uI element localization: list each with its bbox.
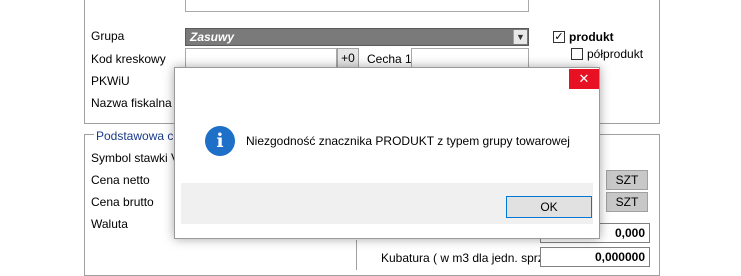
info-icon: i [205, 126, 235, 156]
unit-brutto-button[interactable]: SZT [606, 192, 648, 212]
grupa-label: Grupa [91, 29, 125, 43]
kod-kreskowy-label: Kod kreskowy [91, 52, 166, 66]
waluta-label: Waluta [91, 217, 128, 231]
kubatura-label: Kubatura ( w m3 dla jedn. sprz.) [381, 251, 552, 265]
cecha-input[interactable] [411, 48, 529, 68]
cecha-label: Cecha 1 [367, 52, 412, 66]
produkt-checkbox[interactable]: ✓ [553, 31, 565, 43]
chevron-down-icon[interactable]: ▼ [513, 30, 527, 44]
kubatura-field[interactable]: 0,000000 [540, 247, 650, 267]
grupa-value: Zasuwy [190, 30, 235, 44]
pkwiu-label: PKWiU [91, 74, 130, 88]
plus-zero-button[interactable]: +0 [337, 48, 359, 68]
symbol-stawki-label: Symbol stawki VA [91, 151, 187, 165]
price-section-title: Podstawowa ce [94, 129, 183, 143]
polprodukt-label: półprodukt [587, 47, 644, 61]
vertical-divider [356, 240, 357, 270]
grupa-combobox[interactable]: Zasuwy ▼ [185, 28, 529, 46]
nazwa-fiskalna-label: Nazwa fiskalna [91, 96, 172, 110]
unit-netto-button[interactable]: SZT [606, 170, 648, 190]
ok-button[interactable]: OK [506, 196, 592, 218]
text-field-top[interactable] [185, 0, 529, 12]
produkt-label: produkt [569, 30, 614, 44]
cena-brutto-label: Cena brutto [91, 195, 154, 209]
close-button[interactable]: ✕ [569, 69, 599, 89]
polprodukt-checkbox[interactable] [571, 48, 583, 60]
close-icon: ✕ [578, 71, 590, 86]
dialog-message: Niezgodność znacznika PRODUKT z typem gr… [246, 134, 570, 148]
cena-netto-label: Cena netto [91, 173, 150, 187]
kod-kreskowy-input[interactable] [185, 48, 337, 68]
